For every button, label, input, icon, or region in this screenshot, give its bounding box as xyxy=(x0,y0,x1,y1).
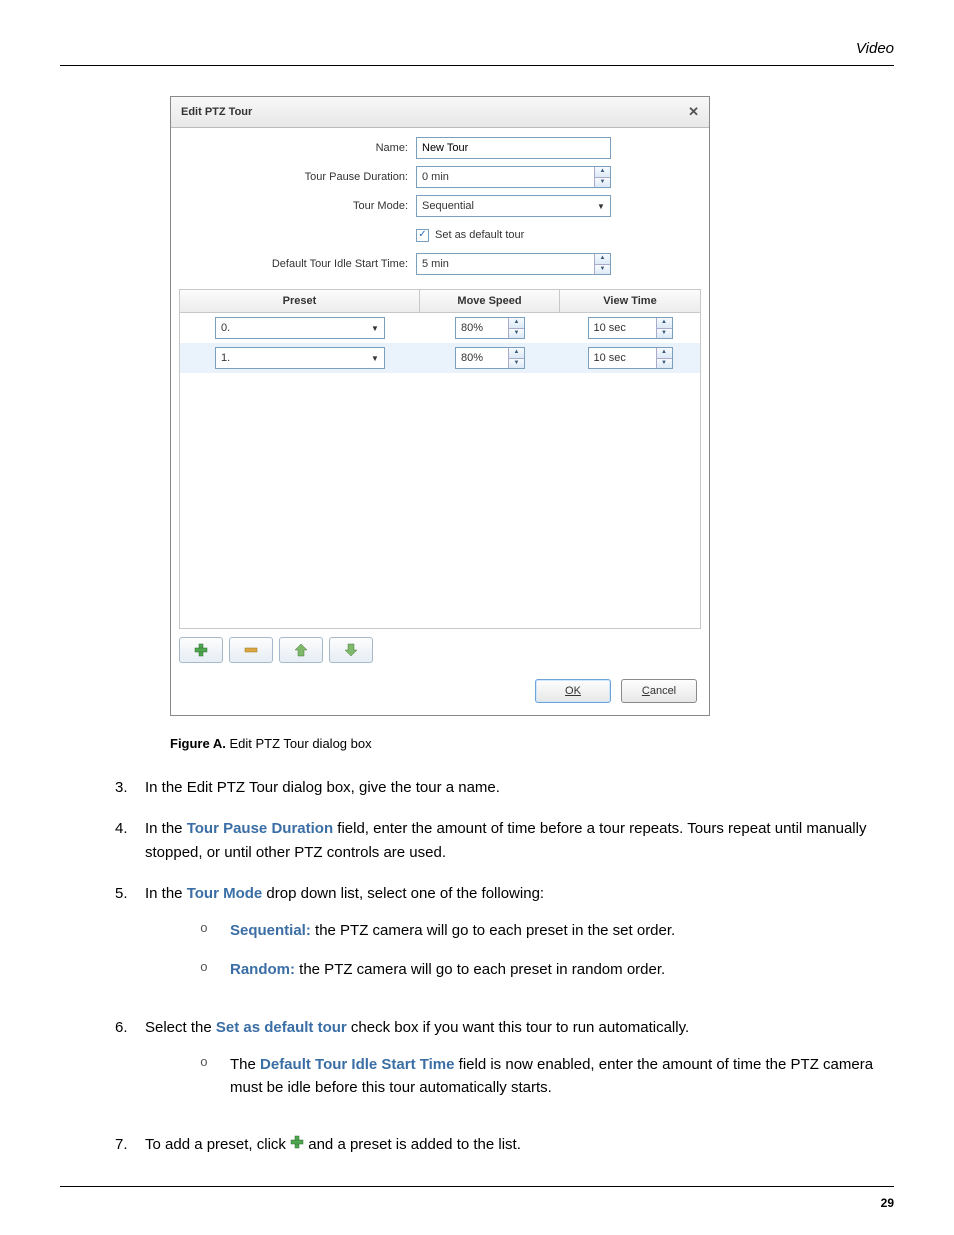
step-7: 7. To add a preset, click and a preset i… xyxy=(115,1133,874,1157)
close-icon[interactable]: ✕ xyxy=(688,104,699,120)
speed-value: 80% xyxy=(456,318,508,338)
remove-preset-button[interactable] xyxy=(229,637,273,663)
pause-value: 0 min xyxy=(417,167,594,187)
spinner-up-icon[interactable]: ▲ xyxy=(595,167,610,178)
page-header-section: Video xyxy=(60,40,894,66)
figure-text: Edit PTZ Tour dialog box xyxy=(229,736,371,751)
step-6-sub: o The Default Tour Idle Start Time field… xyxy=(200,1053,874,1100)
spinner-up-icon[interactable]: ▲ xyxy=(657,348,672,359)
minus-icon xyxy=(244,643,258,657)
step-4: 4. In the Tour Pause Duration field, ent… xyxy=(115,817,874,864)
instruction-list: 3. In the Edit PTZ Tour dialog box, give… xyxy=(115,776,874,1157)
view-value: 10 sec xyxy=(589,318,656,338)
col-header-view: View Time xyxy=(560,290,700,312)
preset-combo[interactable]: 1. ▼ xyxy=(215,347,385,369)
name-label: Name: xyxy=(181,142,416,154)
spinner-down-icon[interactable]: ▼ xyxy=(509,359,524,369)
spinner-up-icon[interactable]: ▲ xyxy=(509,318,524,329)
table-row: 1. ▼ 80% ▲▼ 10 sec ▲▼ xyxy=(180,343,700,373)
name-input[interactable] xyxy=(416,137,611,159)
preset-value: 1. xyxy=(216,348,366,368)
step-5: 5. In the Tour Mode drop down list, sele… xyxy=(115,882,874,998)
col-header-preset: Preset xyxy=(180,290,420,312)
arrow-up-icon xyxy=(294,643,308,657)
view-spinner[interactable]: 10 sec ▲▼ xyxy=(588,347,673,369)
spinner-up-icon[interactable]: ▲ xyxy=(595,254,610,265)
step-3: 3. In the Edit PTZ Tour dialog box, give… xyxy=(115,776,874,799)
default-tour-checkbox[interactable]: ✓ xyxy=(416,229,429,242)
preset-toolbar xyxy=(171,637,709,673)
plus-icon xyxy=(194,643,208,657)
step-6: 6. Select the Set as default tour check … xyxy=(115,1016,874,1116)
idle-value: 5 min xyxy=(417,254,594,274)
mode-combo[interactable]: Sequential ▼ xyxy=(416,195,611,217)
preset-table: Preset Move Speed View Time 0. ▼ 80% xyxy=(179,289,701,629)
table-header-row: Preset Move Speed View Time xyxy=(180,290,700,313)
pause-label: Tour Pause Duration: xyxy=(181,171,416,183)
chevron-down-icon[interactable]: ▼ xyxy=(592,196,610,216)
spinner-down-icon[interactable]: ▼ xyxy=(595,178,610,188)
footer-rule xyxy=(60,1186,894,1187)
dialog-titlebar: Edit PTZ Tour ✕ xyxy=(171,97,709,128)
dialog-title: Edit PTZ Tour xyxy=(181,106,252,118)
speed-spinner[interactable]: 80% ▲▼ xyxy=(455,347,525,369)
preset-value: 0. xyxy=(216,318,366,338)
step-5-random: o Random: the PTZ camera will go to each… xyxy=(200,958,874,981)
plus-icon xyxy=(290,1133,304,1156)
figure-label: Figure A. xyxy=(170,736,226,751)
mode-value: Sequential xyxy=(417,196,592,216)
move-down-button[interactable] xyxy=(329,637,373,663)
spinner-down-icon[interactable]: ▼ xyxy=(657,329,672,339)
spinner-down-icon[interactable]: ▼ xyxy=(595,265,610,275)
arrow-down-icon xyxy=(344,643,358,657)
page-number: 29 xyxy=(881,1196,894,1210)
view-value: 10 sec xyxy=(589,348,656,368)
chevron-down-icon[interactable]: ▼ xyxy=(366,318,384,338)
step-5-sequential: o Sequential: the PTZ camera will go to … xyxy=(200,919,874,942)
spinner-up-icon[interactable]: ▲ xyxy=(509,348,524,359)
idle-label: Default Tour Idle Start Time: xyxy=(181,258,416,270)
dialog-button-row: OK Cancel xyxy=(171,673,709,715)
dialog-form: Name: Tour Pause Duration: 0 min ▲ ▼ xyxy=(171,128,709,289)
chevron-down-icon[interactable]: ▼ xyxy=(366,348,384,368)
cancel-button[interactable]: Cancel xyxy=(621,679,697,703)
add-preset-button[interactable] xyxy=(179,637,223,663)
col-header-speed: Move Speed xyxy=(420,290,560,312)
speed-spinner[interactable]: 80% ▲▼ xyxy=(455,317,525,339)
spinner-up-icon[interactable]: ▲ xyxy=(657,318,672,329)
table-row: 0. ▼ 80% ▲▼ 10 sec ▲▼ xyxy=(180,313,700,343)
preset-combo[interactable]: 0. ▼ xyxy=(215,317,385,339)
pause-spinner[interactable]: 0 min ▲ ▼ xyxy=(416,166,611,188)
edit-ptz-tour-dialog: Edit PTZ Tour ✕ Name: Tour Pause Duratio… xyxy=(170,96,710,716)
spinner-down-icon[interactable]: ▼ xyxy=(657,359,672,369)
idle-spinner[interactable]: 5 min ▲ ▼ xyxy=(416,253,611,275)
mode-label: Tour Mode: xyxy=(181,200,416,212)
ok-button[interactable]: OK xyxy=(535,679,611,703)
move-up-button[interactable] xyxy=(279,637,323,663)
default-tour-label: Set as default tour xyxy=(435,229,524,241)
figure-caption: Figure A. Edit PTZ Tour dialog box xyxy=(170,736,894,751)
view-spinner[interactable]: 10 sec ▲▼ xyxy=(588,317,673,339)
speed-value: 80% xyxy=(456,348,508,368)
spinner-down-icon[interactable]: ▼ xyxy=(509,329,524,339)
dialog-screenshot: Edit PTZ Tour ✕ Name: Tour Pause Duratio… xyxy=(170,96,894,716)
